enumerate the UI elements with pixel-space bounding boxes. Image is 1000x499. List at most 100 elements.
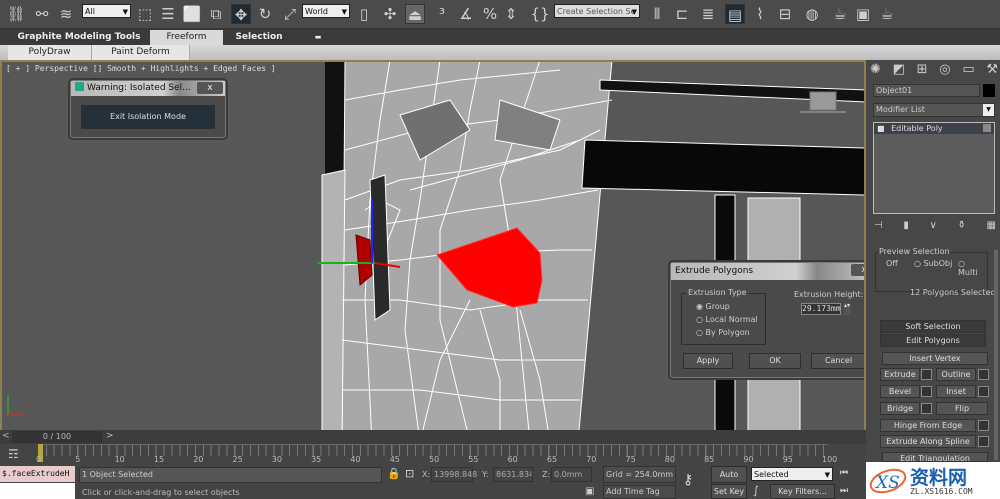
- hinge-from-edge-button[interactable]: Hinge From Edge: [880, 419, 976, 432]
- mirror-icon[interactable]: ⫴: [647, 4, 667, 24]
- radio-by-polygon[interactable]: ○ By Polygon: [696, 328, 750, 337]
- curve-editor-icon[interactable]: ⌇: [750, 4, 770, 24]
- extrude-settings-icon[interactable]: [921, 369, 932, 380]
- radio-group[interactable]: ◉ Group: [696, 302, 730, 311]
- coord-system-dropdown[interactable]: World ▼: [302, 4, 350, 18]
- hierarchy-icon[interactable]: ⊞: [917, 62, 928, 82]
- time-slider[interactable]: < 0 / 100 >: [0, 430, 866, 444]
- key-mode-dropdown[interactable]: Selected ▼: [751, 467, 833, 481]
- select-by-name-icon[interactable]: ☰: [158, 4, 178, 24]
- radio-subobj[interactable]: ○ SubObj: [914, 259, 952, 268]
- maxscript-listener-field[interactable]: $.faceExtrudeH: [0, 466, 75, 482]
- insert-vertex-button[interactable]: Insert Vertex: [882, 352, 988, 365]
- named-selection-field[interactable]: Create Selection Se ▼: [554, 4, 640, 18]
- make-unique-icon[interactable]: ∨: [930, 220, 937, 231]
- hinge-settings-icon[interactable]: [978, 420, 989, 431]
- rect-selection-icon[interactable]: ⬜: [182, 4, 202, 24]
- paint-deform-panel[interactable]: Paint Deform: [92, 45, 190, 60]
- mini-curve-editor-icon[interactable]: ☶: [8, 447, 19, 461]
- key-filters-button[interactable]: Key Filters...: [770, 484, 835, 499]
- dialog-titlebar[interactable]: Extrude Polygons: [671, 263, 864, 280]
- extrude-button[interactable]: Extrude: [880, 368, 920, 381]
- default-tangent-icon[interactable]: ∫: [753, 484, 759, 497]
- move-icon[interactable]: ✥: [231, 4, 251, 24]
- prev-frame-button[interactable]: <: [2, 431, 10, 441]
- render-teapot-icon[interactable]: ☕: [877, 4, 897, 24]
- pin-stack-icon[interactable]: ⊣: [874, 220, 883, 231]
- modify-icon[interactable]: ◩: [893, 62, 905, 82]
- snap-3d-icon[interactable]: ³: [432, 4, 452, 24]
- y-coordinate-field[interactable]: 8631.834m: [493, 467, 533, 482]
- window-crossing-icon[interactable]: ⧉: [206, 4, 226, 24]
- exit-isolation-button[interactable]: Exit Isolation Mode: [81, 105, 215, 129]
- object-name-field[interactable]: Object01: [873, 84, 980, 97]
- utilities-icon[interactable]: ⚒: [986, 62, 998, 82]
- go-to-start-icon[interactable]: ⏮: [840, 468, 848, 478]
- layer-manager-icon[interactable]: ≣: [698, 4, 718, 24]
- modifier-list-dropdown[interactable]: Modifier List ▼: [873, 103, 995, 117]
- use-pivot-icon[interactable]: ▯: [354, 4, 374, 24]
- bridge-settings-icon[interactable]: [921, 403, 932, 414]
- key-mode-toggle-icon[interactable]: ⏭: [840, 486, 848, 496]
- percent-snap-icon[interactable]: %: [480, 4, 500, 24]
- graphite-toggle-icon[interactable]: ▤: [725, 4, 745, 24]
- schematic-view-icon[interactable]: ⊟: [775, 4, 795, 24]
- panel-scrollbar[interactable]: [994, 250, 998, 460]
- radio-multi[interactable]: ○ Multi: [958, 259, 987, 277]
- absolute-mode-icon[interactable]: ⊡: [405, 467, 414, 480]
- scale-icon[interactable]: ⤢: [280, 4, 300, 24]
- render-setup-icon[interactable]: ☕: [830, 4, 850, 24]
- frame-slider-thumb[interactable]: 0 / 100: [12, 431, 102, 443]
- stack-item-editable-poly[interactable]: ■ Editable Poly: [874, 123, 994, 134]
- set-key-icon[interactable]: ⚷: [683, 472, 693, 488]
- perspective-viewport[interactable]: [ + ] Perspective [] Smooth + Highlights…: [0, 60, 866, 442]
- bridge-button[interactable]: Bridge: [880, 402, 920, 415]
- link-icon[interactable]: ⛓: [6, 4, 26, 24]
- set-key-button[interactable]: Set Key: [711, 484, 747, 499]
- inset-settings-icon[interactable]: [978, 386, 989, 397]
- lightbulb-toggle[interactable]: [983, 124, 991, 132]
- close-button[interactable]: x: [197, 82, 223, 94]
- spinner-arrows-icon[interactable]: ▴▾: [844, 303, 851, 315]
- radio-off[interactable]: Off: [886, 259, 898, 268]
- spinner-snap-icon[interactable]: ⇕: [501, 4, 521, 24]
- align-icon[interactable]: ⊏: [672, 4, 692, 24]
- time-tag-icon[interactable]: ▣: [585, 486, 594, 497]
- configure-sets-icon[interactable]: ▦: [987, 220, 996, 231]
- keyboard-shortcut-icon[interactable]: ⏏: [405, 4, 425, 24]
- display-icon[interactable]: ▭: [962, 62, 974, 82]
- tab-freeform[interactable]: Freeform: [150, 30, 223, 45]
- edit-triangulation-button[interactable]: Edit Triangulation: [882, 452, 988, 462]
- rendered-frame-icon[interactable]: ▣: [853, 4, 873, 24]
- outline-settings-icon[interactable]: [978, 369, 989, 380]
- bind-space-warp-icon[interactable]: ≋: [56, 4, 76, 24]
- extrude-along-spline-button[interactable]: Extrude Along Spline: [880, 435, 976, 448]
- next-frame-button[interactable]: >: [106, 431, 114, 441]
- add-time-tag-button[interactable]: Add Time Tag: [603, 485, 676, 499]
- viewport-label[interactable]: [ + ] Perspective [] Smooth + Highlights…: [6, 64, 276, 73]
- close-button[interactable]: x: [851, 264, 864, 276]
- z-coordinate-field[interactable]: 0.0mm: [551, 467, 592, 482]
- x-coordinate-field[interactable]: 13998.848: [431, 467, 477, 482]
- rotate-icon[interactable]: ↻: [255, 4, 275, 24]
- ribbon-minimize-icon[interactable]: ▬: [312, 30, 324, 45]
- object-color-swatch[interactable]: [983, 84, 995, 97]
- tab-graphite-modeling-tools[interactable]: Graphite Modeling Tools: [14, 30, 144, 45]
- remove-modifier-icon[interactable]: ⚱: [957, 220, 965, 231]
- selection-filter-dropdown[interactable]: All ▼: [82, 4, 131, 18]
- extrusion-height-input[interactable]: 29.173mm: [801, 303, 841, 315]
- ok-button[interactable]: OK: [749, 353, 801, 369]
- polydraw-panel[interactable]: PolyDraw: [8, 45, 92, 60]
- manipulate-icon[interactable]: ✣: [380, 4, 400, 24]
- show-end-result-icon[interactable]: ▮: [903, 220, 909, 231]
- lock-icon[interactable]: 🔒: [387, 467, 401, 480]
- unlink-icon[interactable]: ⚯: [32, 4, 52, 24]
- tab-selection[interactable]: Selection: [228, 30, 290, 45]
- create-icon[interactable]: ✺: [870, 62, 881, 82]
- auto-key-button[interactable]: Auto Key: [711, 466, 747, 494]
- cancel-button[interactable]: Cancel: [811, 353, 864, 369]
- bevel-button[interactable]: Bevel: [880, 385, 920, 398]
- material-editor-icon[interactable]: ◍: [802, 4, 822, 24]
- rollout-edit-polygons[interactable]: Edit Polygons: [880, 334, 986, 347]
- select-object-icon[interactable]: ⬚: [135, 4, 155, 24]
